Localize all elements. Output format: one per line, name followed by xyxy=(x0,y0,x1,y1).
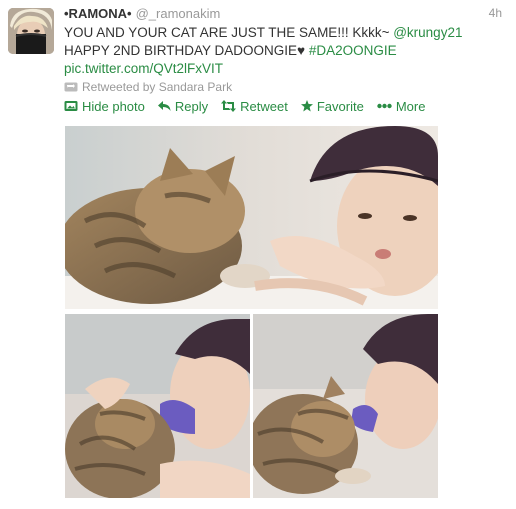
display-name[interactable]: •RAMONA• xyxy=(64,6,132,21)
favorite-button[interactable]: Favorite xyxy=(300,97,364,115)
avatar[interactable] xyxy=(8,8,54,54)
photo-2[interactable] xyxy=(65,314,250,498)
retweet-label: Retweet xyxy=(240,98,288,114)
tweet: •RAMONA• @_ramonakim 4h YOU AND YOUR CAT … xyxy=(0,0,516,509)
hashtag-link[interactable]: #DA2OONGIE xyxy=(309,43,397,58)
favorite-label: Favorite xyxy=(316,98,364,114)
more-label: More xyxy=(395,98,426,114)
photo-grid xyxy=(65,126,438,498)
retweeted-by: Retweeted by Sandara Park xyxy=(64,80,232,94)
pic-link[interactable]: pic.twitter.com/QVt2lFxVIT xyxy=(64,61,223,76)
favorite-star-icon xyxy=(300,100,313,112)
tweet-text-part1: YOU AND YOUR CAT ARE JUST THE SAME!!! Kk… xyxy=(64,25,394,40)
screen-name[interactable]: @_ramonakim xyxy=(136,6,221,21)
more-button[interactable]: More xyxy=(377,97,426,115)
hide-photo-button[interactable]: Hide photo xyxy=(64,97,145,115)
tweet-actions: Hide photo Reply Retweet Favorite More xyxy=(64,97,425,115)
retweet-button[interactable]: Retweet xyxy=(221,97,288,115)
photo-3[interactable] xyxy=(253,314,438,498)
tweet-text-part2: HAPPY 2ND BIRTHDAY DADOONGIE♥ xyxy=(64,43,309,58)
tweet-text: YOU AND YOUR CAT ARE JUST THE SAME!!! Kk… xyxy=(64,24,504,78)
retweeted-by-label[interactable]: Retweeted by Sandara Park xyxy=(82,80,232,94)
reply-button[interactable]: Reply xyxy=(157,97,209,115)
mention-link[interactable]: @krungy21 xyxy=(393,25,462,40)
retweet-small-icon xyxy=(64,82,78,92)
photo-icon xyxy=(64,100,78,112)
timestamp[interactable]: 4h xyxy=(489,6,502,20)
photo-1[interactable] xyxy=(65,126,438,309)
hide-photo-label: Hide photo xyxy=(82,98,145,114)
tweet-header: •RAMONA• @_ramonakim 4h xyxy=(64,6,508,24)
retweet-icon xyxy=(221,100,237,112)
reply-icon xyxy=(157,100,171,112)
reply-label: Reply xyxy=(174,98,209,114)
more-dots-icon xyxy=(377,103,392,109)
